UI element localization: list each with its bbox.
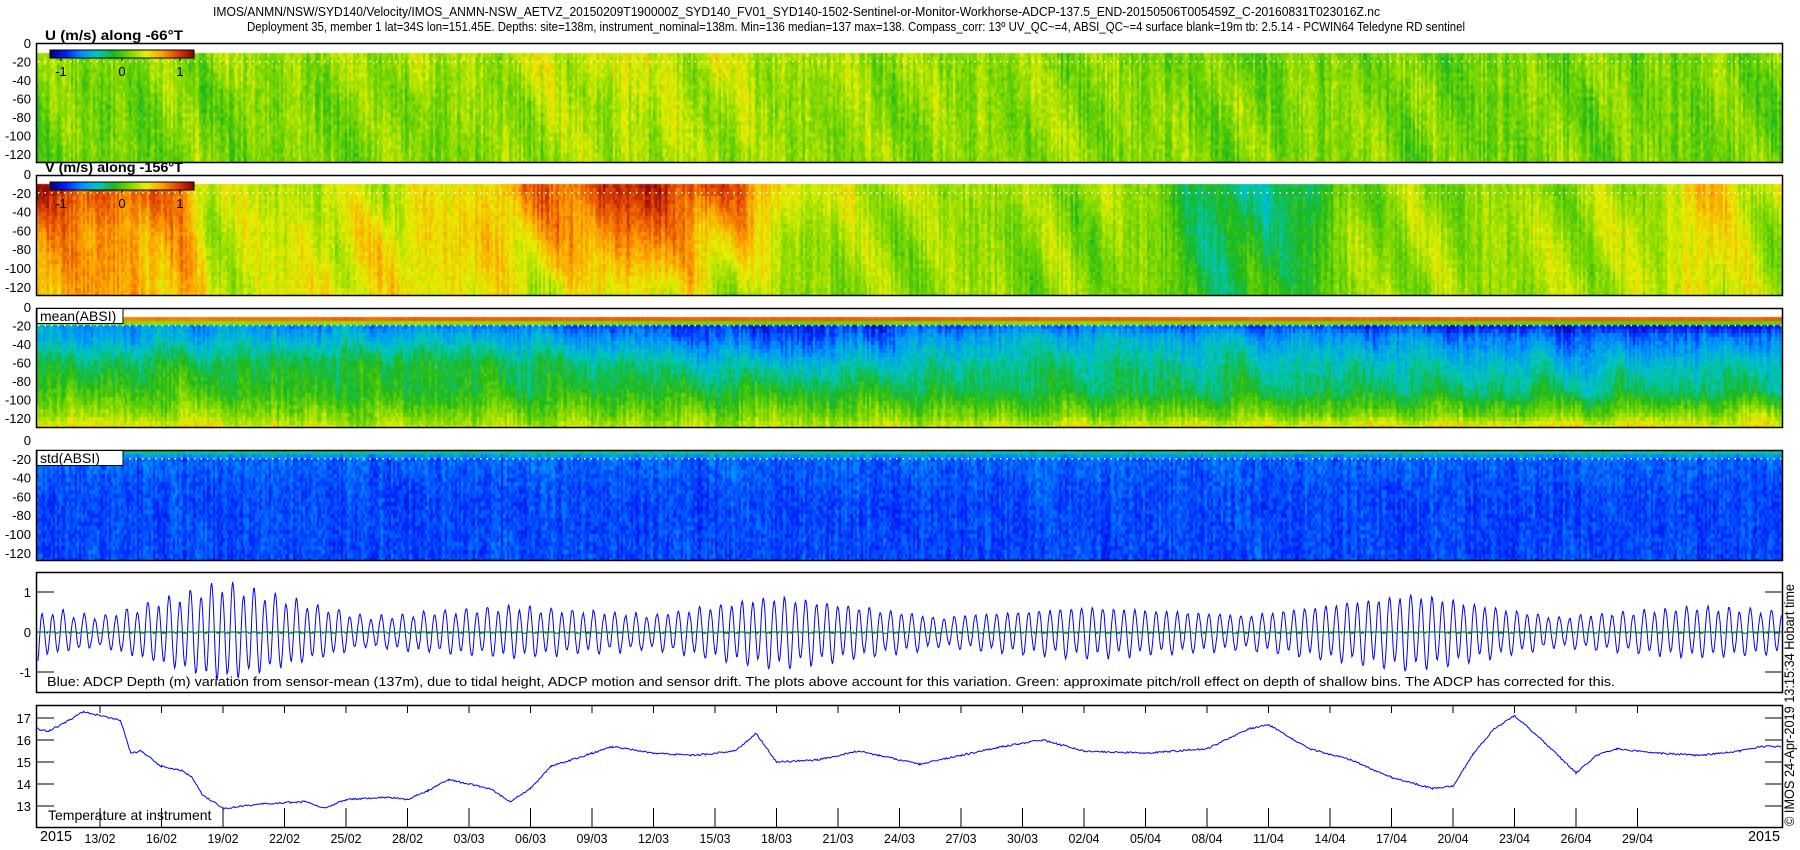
- y-tick-label: 1: [24, 585, 31, 600]
- y-tick-label: 15: [17, 755, 31, 770]
- colorbar-tick-label: -1: [55, 64, 67, 79]
- x-tick-label: 02/04: [1069, 831, 1100, 846]
- y-tick-label: -120: [5, 411, 31, 426]
- panel-frame: [35, 449, 1784, 562]
- temperature-label: Temperature at instrument: [48, 807, 212, 823]
- depth-variation-line: [37, 581, 1783, 681]
- y-tick-label: -20: [12, 452, 31, 467]
- x-tick-label: 27/03: [946, 831, 977, 846]
- y-tick-label: 13: [17, 799, 31, 814]
- panel-title: V (m/s) along -156°T: [45, 159, 183, 175]
- colorbar: [49, 181, 195, 191]
- y-tick-label: -100: [5, 527, 31, 542]
- y-tick-label: -80: [12, 508, 31, 523]
- title-line-1: IMOS/ANMN/NSW/SYD140/Velocity/IMOS_ANMN-…: [213, 4, 1380, 19]
- depth-annotation: Blue: ADCP Depth (m) variation from sens…: [47, 674, 1615, 689]
- y-tick-label: -20: [12, 55, 31, 70]
- colorbar-tick-label: 1: [176, 196, 183, 211]
- y-tick-label: -120: [5, 280, 31, 295]
- x-tick-label: 13/02: [85, 831, 116, 846]
- adcp-figure: IMOS/ANMN/NSW/SYD140/Velocity/IMOS_ANMN-…: [0, 0, 1800, 850]
- y-tick-label: 0: [24, 625, 31, 640]
- x-tick-label: 16/02: [146, 831, 177, 846]
- x-tick-label: 03/03: [454, 831, 485, 846]
- x-tick-label: 25/02: [331, 831, 362, 846]
- x-tick-label: 15/03: [700, 831, 731, 846]
- figure-overlay: IMOS/ANMN/NSW/SYD140/Velocity/IMOS_ANMN-…: [5, 4, 1797, 846]
- x-tick-label: 20/04: [1438, 831, 1469, 846]
- x-tick-label: 06/03: [515, 831, 546, 846]
- x-tick-label: 19/02: [208, 831, 239, 846]
- y-tick-label: 0: [24, 433, 31, 448]
- x-tick-label: 18/03: [761, 831, 792, 846]
- y-tick-label: 0: [24, 300, 31, 315]
- y-tick-label: -80: [12, 374, 31, 389]
- colorbar-tick-label: 0: [118, 64, 125, 79]
- colorbar-tick-label: 0: [118, 196, 125, 211]
- panel-title: std(ABSI): [40, 450, 100, 466]
- x-tick-label: 21/03: [823, 831, 854, 846]
- x-tick-label: 29/04: [1622, 831, 1653, 846]
- x-axis-year-end: 2015: [1748, 828, 1780, 845]
- y-tick-label: -40: [12, 471, 31, 486]
- y-tick-label: -80: [12, 110, 31, 125]
- temperature-line: [37, 710, 1782, 810]
- panel-title: U (m/s) along -66°T: [45, 27, 183, 43]
- y-tick-label: -40: [12, 205, 31, 220]
- x-tick-label: 23/04: [1499, 831, 1530, 846]
- temperature-panel-frame: [35, 704, 1784, 829]
- y-tick-label: -100: [5, 393, 31, 408]
- y-tick-label: -40: [12, 337, 31, 352]
- y-tick-label: -60: [12, 489, 31, 504]
- panel-title: mean(ABSI): [40, 308, 116, 324]
- x-tick-label: 14/04: [1315, 831, 1346, 846]
- y-tick-label: -20: [12, 319, 31, 334]
- y-tick-label: -60: [12, 356, 31, 371]
- x-tick-label: 24/03: [884, 831, 915, 846]
- colorbar-tick-label: 1: [176, 64, 183, 79]
- colorbar: [49, 49, 195, 59]
- x-tick-label: 28/02: [392, 831, 423, 846]
- y-tick-label: -100: [5, 129, 31, 144]
- x-tick-label: 09/03: [577, 831, 608, 846]
- y-tick-label: 0: [24, 167, 31, 182]
- panel-frame: [35, 307, 1784, 429]
- y-tick-label: 0: [24, 36, 31, 51]
- y-tick-label: -80: [12, 242, 31, 257]
- y-tick-label: 14: [17, 777, 31, 792]
- x-tick-label: 30/03: [1007, 831, 1038, 846]
- x-tick-label: 11/04: [1253, 831, 1284, 846]
- x-axis-year-start: 2015: [40, 828, 72, 845]
- x-tick-label: 26/04: [1561, 831, 1592, 846]
- y-tick-label: -120: [5, 546, 31, 561]
- y-tick-label: -40: [12, 73, 31, 88]
- x-tick-label: 12/03: [638, 831, 669, 846]
- y-tick-label: -1: [19, 665, 31, 680]
- y-tick-label: -100: [5, 261, 31, 276]
- y-tick-label: 17: [17, 711, 31, 726]
- title-line-2: Deployment 35, member 1 lat=34S lon=151.…: [247, 19, 1465, 34]
- x-tick-label: 08/04: [1192, 831, 1223, 846]
- credit-text: © IMOS 24-Apr-2019 13:15:34 Hobart time: [1781, 584, 1797, 826]
- y-tick-label: -60: [12, 223, 31, 238]
- y-tick-label: -60: [12, 92, 31, 107]
- colorbar-tick-label: -1: [55, 196, 67, 211]
- y-tick-label: -20: [12, 186, 31, 201]
- x-tick-label: 22/02: [269, 831, 300, 846]
- y-tick-label: -120: [5, 147, 31, 162]
- x-tick-label: 05/04: [1130, 831, 1161, 846]
- y-tick-label: 16: [17, 733, 31, 748]
- x-tick-label: 17/04: [1376, 831, 1407, 846]
